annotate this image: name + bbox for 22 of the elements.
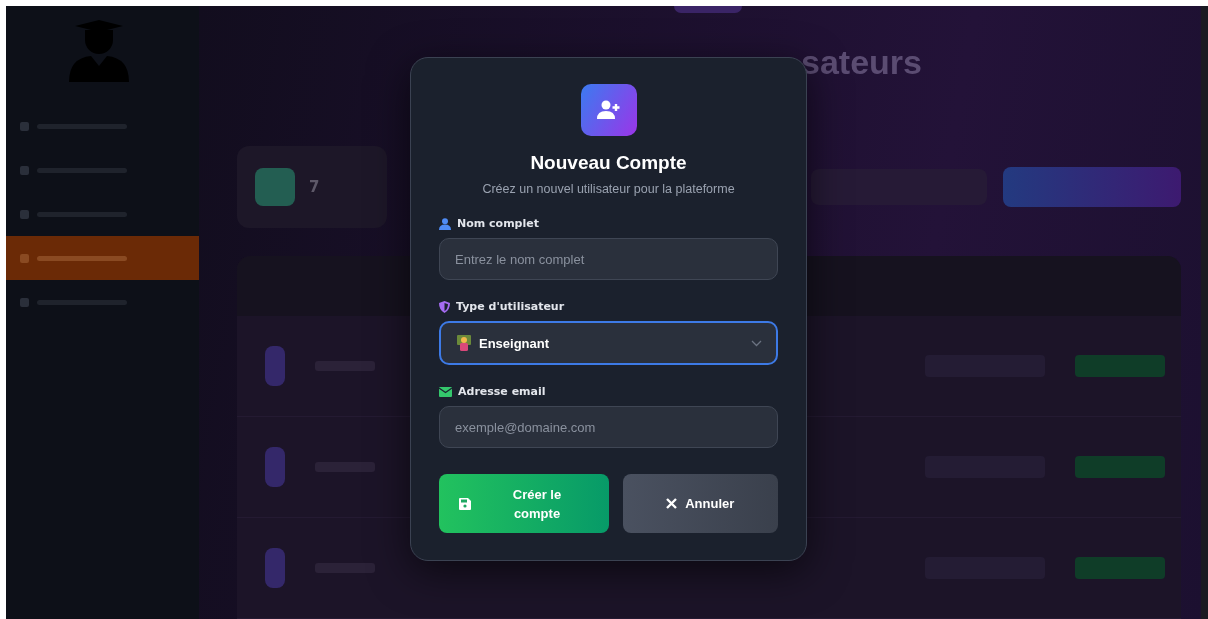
shield-icon	[439, 300, 450, 313]
page-heading: sateurs	[801, 43, 922, 82]
stat-icon	[255, 168, 295, 206]
user-type-select[interactable]: Enseignant	[439, 321, 778, 365]
dialog-title: Nouveau Compte	[530, 152, 687, 174]
email-field[interactable]: exemple@domaine.com	[439, 406, 778, 448]
close-icon	[666, 498, 678, 509]
envelope-icon	[439, 386, 452, 397]
teacher-icon	[457, 335, 471, 351]
stat-value: 7	[309, 178, 320, 196]
add-user-icon	[580, 84, 637, 136]
field-label: Nom complet	[457, 217, 539, 230]
save-icon	[459, 497, 471, 510]
new-user-button[interactable]	[1003, 167, 1181, 207]
field-label: Type d'utilisateur	[456, 300, 565, 313]
user-icon	[439, 217, 451, 230]
name-field[interactable]: Entrez le nom complet	[439, 238, 778, 280]
chevron-down-icon	[751, 339, 762, 347]
field-label: Adresse email	[458, 385, 546, 398]
cancel-button[interactable]: Annuler	[622, 474, 778, 533]
dialog-subtitle: Créez un nouvel utilisateur pour la plateforme	[482, 182, 735, 196]
nav-item[interactable]	[6, 236, 199, 280]
